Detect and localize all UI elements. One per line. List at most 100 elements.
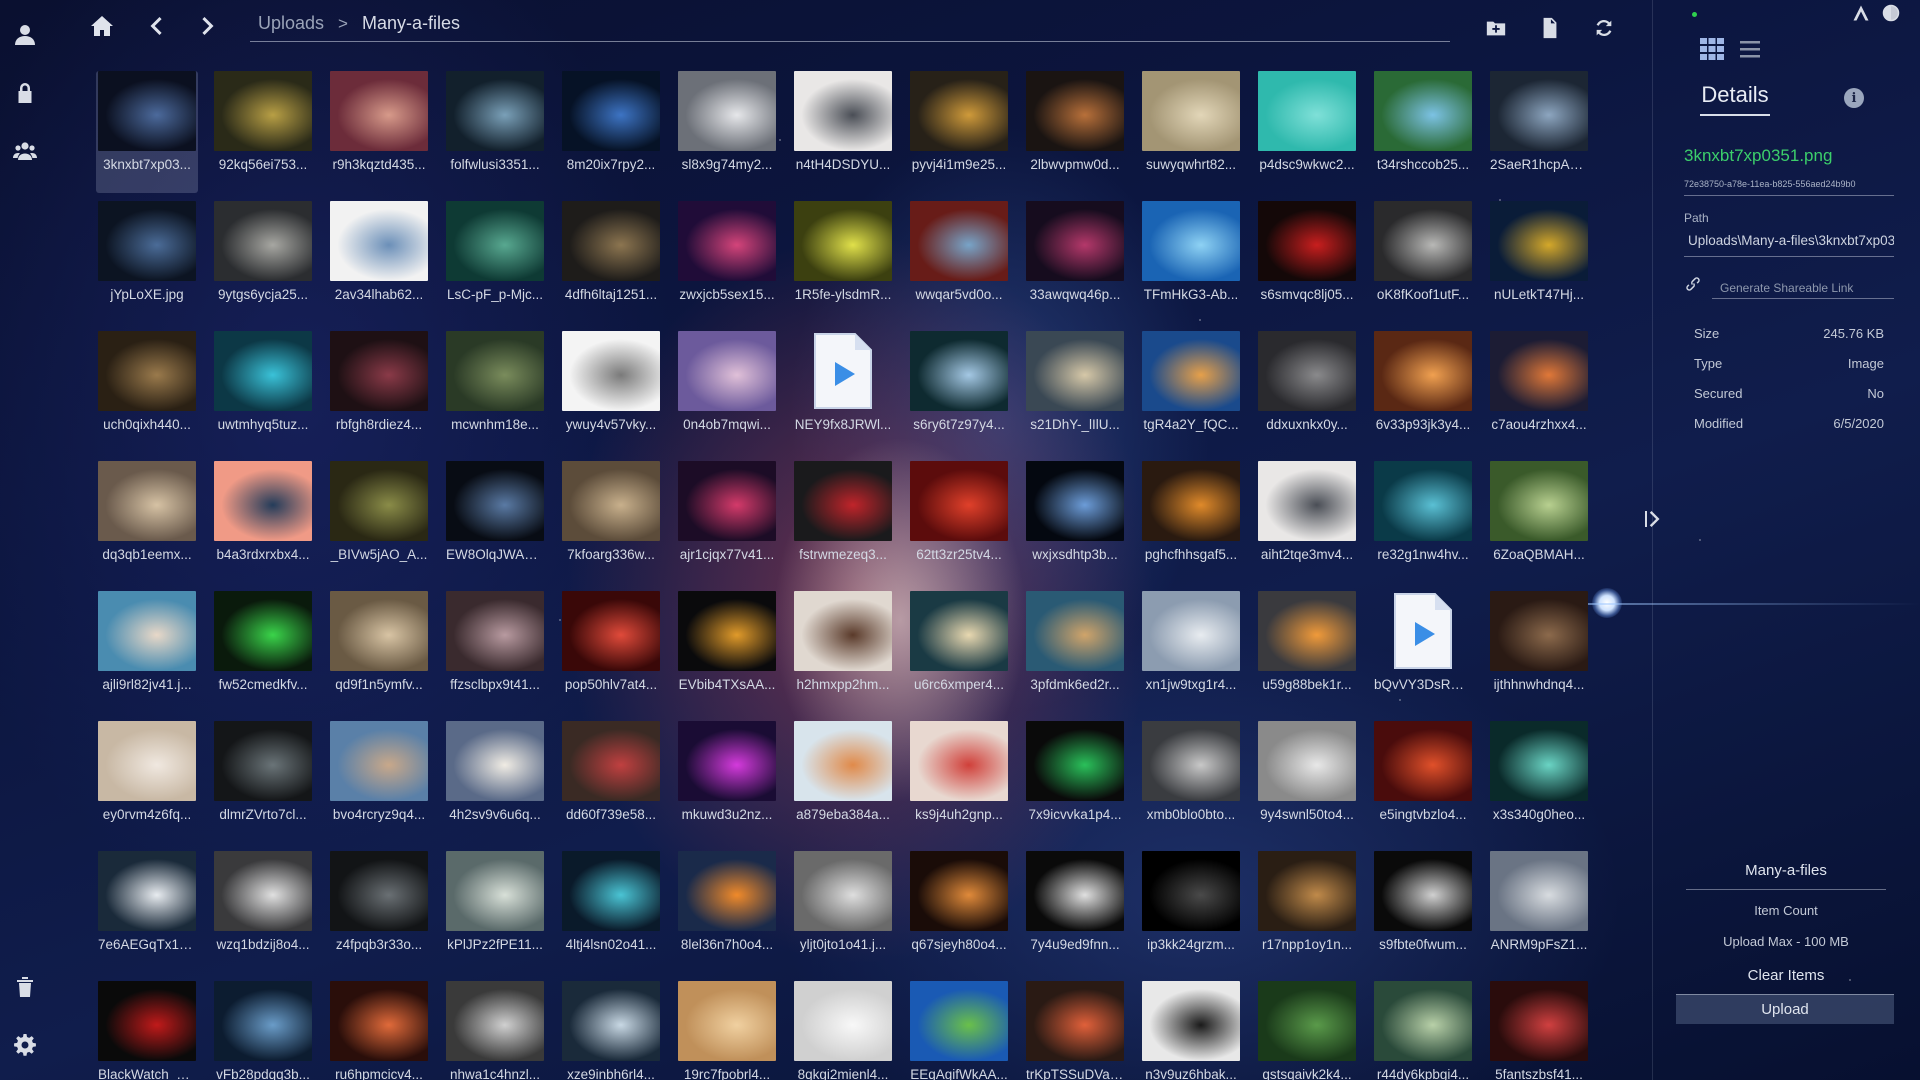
home-icon[interactable] [86, 10, 118, 42]
file-tile[interactable]: ajli9rl82jv41.j... [96, 591, 198, 713]
file-tile[interactable]: pop50hlv7at4... [560, 591, 662, 713]
file-tile[interactable]: 5fantszbsf41... [1488, 981, 1590, 1080]
file-tile[interactable]: vFb28pdqq3b... [212, 981, 314, 1080]
file-tile[interactable]: _BIVw5jAO_A... [328, 461, 430, 583]
file-tile[interactable]: uch0qixh440... [96, 331, 198, 453]
link-icon[interactable] [1684, 275, 1704, 295]
file-tile[interactable]: 2lbwvpmw0d... [1024, 71, 1126, 193]
file-tile[interactable]: 4h2sv9v6u6q... [444, 721, 546, 843]
file-tile[interactable]: 33awqwq46p... [1024, 201, 1126, 323]
file-tile[interactable]: EW8OlqJWAA... [444, 461, 546, 583]
file-tile[interactable]: ANRM9pFsZ1... [1488, 851, 1590, 973]
file-tile[interactable]: 7y4u9ed9fnn... [1024, 851, 1126, 973]
file-tile[interactable]: u59g88bek1r... [1256, 591, 1358, 713]
clear-items-button[interactable]: Clear Items [1686, 962, 1886, 990]
file-tile[interactable]: 19rc7fpobrl4... [676, 981, 778, 1080]
file-tile[interactable]: pghcfhhsgaf5... [1140, 461, 1242, 583]
new-file-icon[interactable] [1536, 14, 1564, 42]
file-tile[interactable]: s9fbte0fwum... [1372, 851, 1474, 973]
file-tile[interactable]: wzq1bdzij8o4... [212, 851, 314, 973]
file-tile[interactable]: EVbib4TXsAA... [676, 591, 778, 713]
file-tile[interactable]: qd9f1n5ymfv... [328, 591, 430, 713]
file-tile[interactable]: aiht2tqe3mv4... [1256, 461, 1358, 583]
file-tile[interactable]: r44dy6kpbgi4... [1372, 981, 1474, 1080]
profile-icon[interactable] [10, 20, 40, 50]
file-tile[interactable]: mkuwd3u2nz... [676, 721, 778, 843]
file-tile[interactable]: rbfgh8rdiez4... [328, 331, 430, 453]
file-tile[interactable]: 8lel36n7h0o4... [676, 851, 778, 973]
file-tile[interactable]: EEqAgifWkAA... [908, 981, 1010, 1080]
file-tile[interactable]: fw52cmedkfv... [212, 591, 314, 713]
file-tile[interactable]: s6ry6t7z97y4... [908, 331, 1010, 453]
file-tile[interactable]: xn1jw9txg1r4... [1140, 591, 1242, 713]
file-tile[interactable]: c7aou4rzhxx4... [1488, 331, 1590, 453]
theme-toggle-icon[interactable] [1882, 4, 1900, 22]
file-tile[interactable]: 9ytgs6ycja25... [212, 201, 314, 323]
file-tile[interactable]: 8qkgi2mienl4... [792, 981, 894, 1080]
file-tile[interactable]: kPlJPz2fPE11... [444, 851, 546, 973]
file-tile[interactable]: 3knxbt7xp03... [96, 71, 198, 193]
file-tile[interactable]: bQvVY3DsRQ... [1372, 591, 1474, 713]
triangle-logo-icon[interactable] [1852, 4, 1870, 22]
file-tile[interactable]: s6smvqc8lj05... [1256, 201, 1358, 323]
file-tile[interactable]: ey0rvm4z6fq... [96, 721, 198, 843]
upload-button[interactable]: Upload [1676, 994, 1894, 1024]
file-tile[interactable]: ijthhnwhdnq4... [1488, 591, 1590, 713]
file-tile[interactable]: ajr1cjqx77v41... [676, 461, 778, 583]
file-tile[interactable]: BlackWatch_R... [96, 981, 198, 1080]
file-tile[interactable]: ip3kk24grzm... [1140, 851, 1242, 973]
file-tile[interactable]: 1R5fe-ylsdmR... [792, 201, 894, 323]
file-tile[interactable]: bvo4rcryz9q4... [328, 721, 430, 843]
file-tile[interactable]: sl8x9g74my2... [676, 71, 778, 193]
file-tile[interactable]: ywuy4v57vky... [560, 331, 662, 453]
file-tile[interactable]: n3v9uz6hbak... [1140, 981, 1242, 1080]
file-tile[interactable]: 4dfh6ltaj1251... [560, 201, 662, 323]
file-tile[interactable]: t34rshccob25... [1372, 71, 1474, 193]
file-tile[interactable]: 7kfoarg336w... [560, 461, 662, 583]
file-tile[interactable]: 0n4ob7mqwi... [676, 331, 778, 453]
file-tile[interactable]: 62tt3zr25tv4... [908, 461, 1010, 583]
file-tile[interactable]: suwyqwhrt82... [1140, 71, 1242, 193]
file-tile[interactable]: nhwa1c4hnzl... [444, 981, 546, 1080]
file-tile[interactable]: 8m20ix7rpy2... [560, 71, 662, 193]
file-tile[interactable]: uwtmhyq5tuz... [212, 331, 314, 453]
lock-icon[interactable] [10, 78, 40, 108]
trash-icon[interactable] [10, 972, 40, 1002]
file-tile[interactable]: trKpTSSuDVat... [1024, 981, 1126, 1080]
file-tile[interactable]: jYpLoXE.jpg [96, 201, 198, 323]
file-tile[interactable]: q67sjeyh80o4... [908, 851, 1010, 973]
file-tile[interactable]: fstrwmezeq3... [792, 461, 894, 583]
file-tile[interactable]: ru6hpmcicv4... [328, 981, 430, 1080]
file-tile[interactable]: 2av34lhab62... [328, 201, 430, 323]
file-tile[interactable]: oK8fKoof1utF... [1372, 201, 1474, 323]
file-tile[interactable]: ks9j4uh2gnp... [908, 721, 1010, 843]
file-tile[interactable]: 9y4swnl50to4... [1256, 721, 1358, 843]
file-tile[interactable]: 6ZoaQBMAH... [1488, 461, 1590, 583]
file-tile[interactable]: xmb0blo0bto... [1140, 721, 1242, 843]
file-tile[interactable]: u6rc6xmper4... [908, 591, 1010, 713]
file-tile[interactable]: 2SaeR1hcpA3... [1488, 71, 1590, 193]
collapse-panel-icon[interactable] [1640, 505, 1668, 533]
file-tile[interactable]: p4dsc9wkwc2... [1256, 71, 1358, 193]
file-tile[interactable]: 7x9icvvka1p4... [1024, 721, 1126, 843]
list-view-icon[interactable] [1735, 36, 1765, 62]
file-tile[interactable]: h2hmxpp2hm... [792, 591, 894, 713]
file-tile[interactable]: b4a3rdxrxbx4... [212, 461, 314, 583]
path-field[interactable]: Uploads\Many-a-files\3knxbt7xp0351.png [1684, 229, 1894, 257]
file-tile[interactable]: re32g1nw4hv... [1372, 461, 1474, 583]
file-tile[interactable]: qstsqaivk2k4... [1256, 981, 1358, 1080]
file-tile[interactable]: 3pfdmk6ed2r... [1024, 591, 1126, 713]
file-tile[interactable]: 4ltj4lsn02o41... [560, 851, 662, 973]
file-tile[interactable]: z4fpqb3r33o... [328, 851, 430, 973]
file-tile[interactable]: nULetkT47Hj... [1488, 201, 1590, 323]
breadcrumb-current-folder[interactable]: Many-a-files [354, 13, 468, 34]
file-tile[interactable]: 92kq56ei753... [212, 71, 314, 193]
back-chevron-icon[interactable] [140, 10, 172, 42]
new-folder-icon[interactable] [1482, 14, 1510, 42]
file-tile[interactable]: dd60f739e58... [560, 721, 662, 843]
file-tile[interactable]: 6v33p93jk3y4... [1372, 331, 1474, 453]
users-group-icon[interactable] [10, 136, 40, 166]
file-tile[interactable]: dq3qb1eemx... [96, 461, 198, 583]
info-icon[interactable]: i [1844, 88, 1864, 108]
file-tile[interactable]: zwxjcb5sex15... [676, 201, 778, 323]
